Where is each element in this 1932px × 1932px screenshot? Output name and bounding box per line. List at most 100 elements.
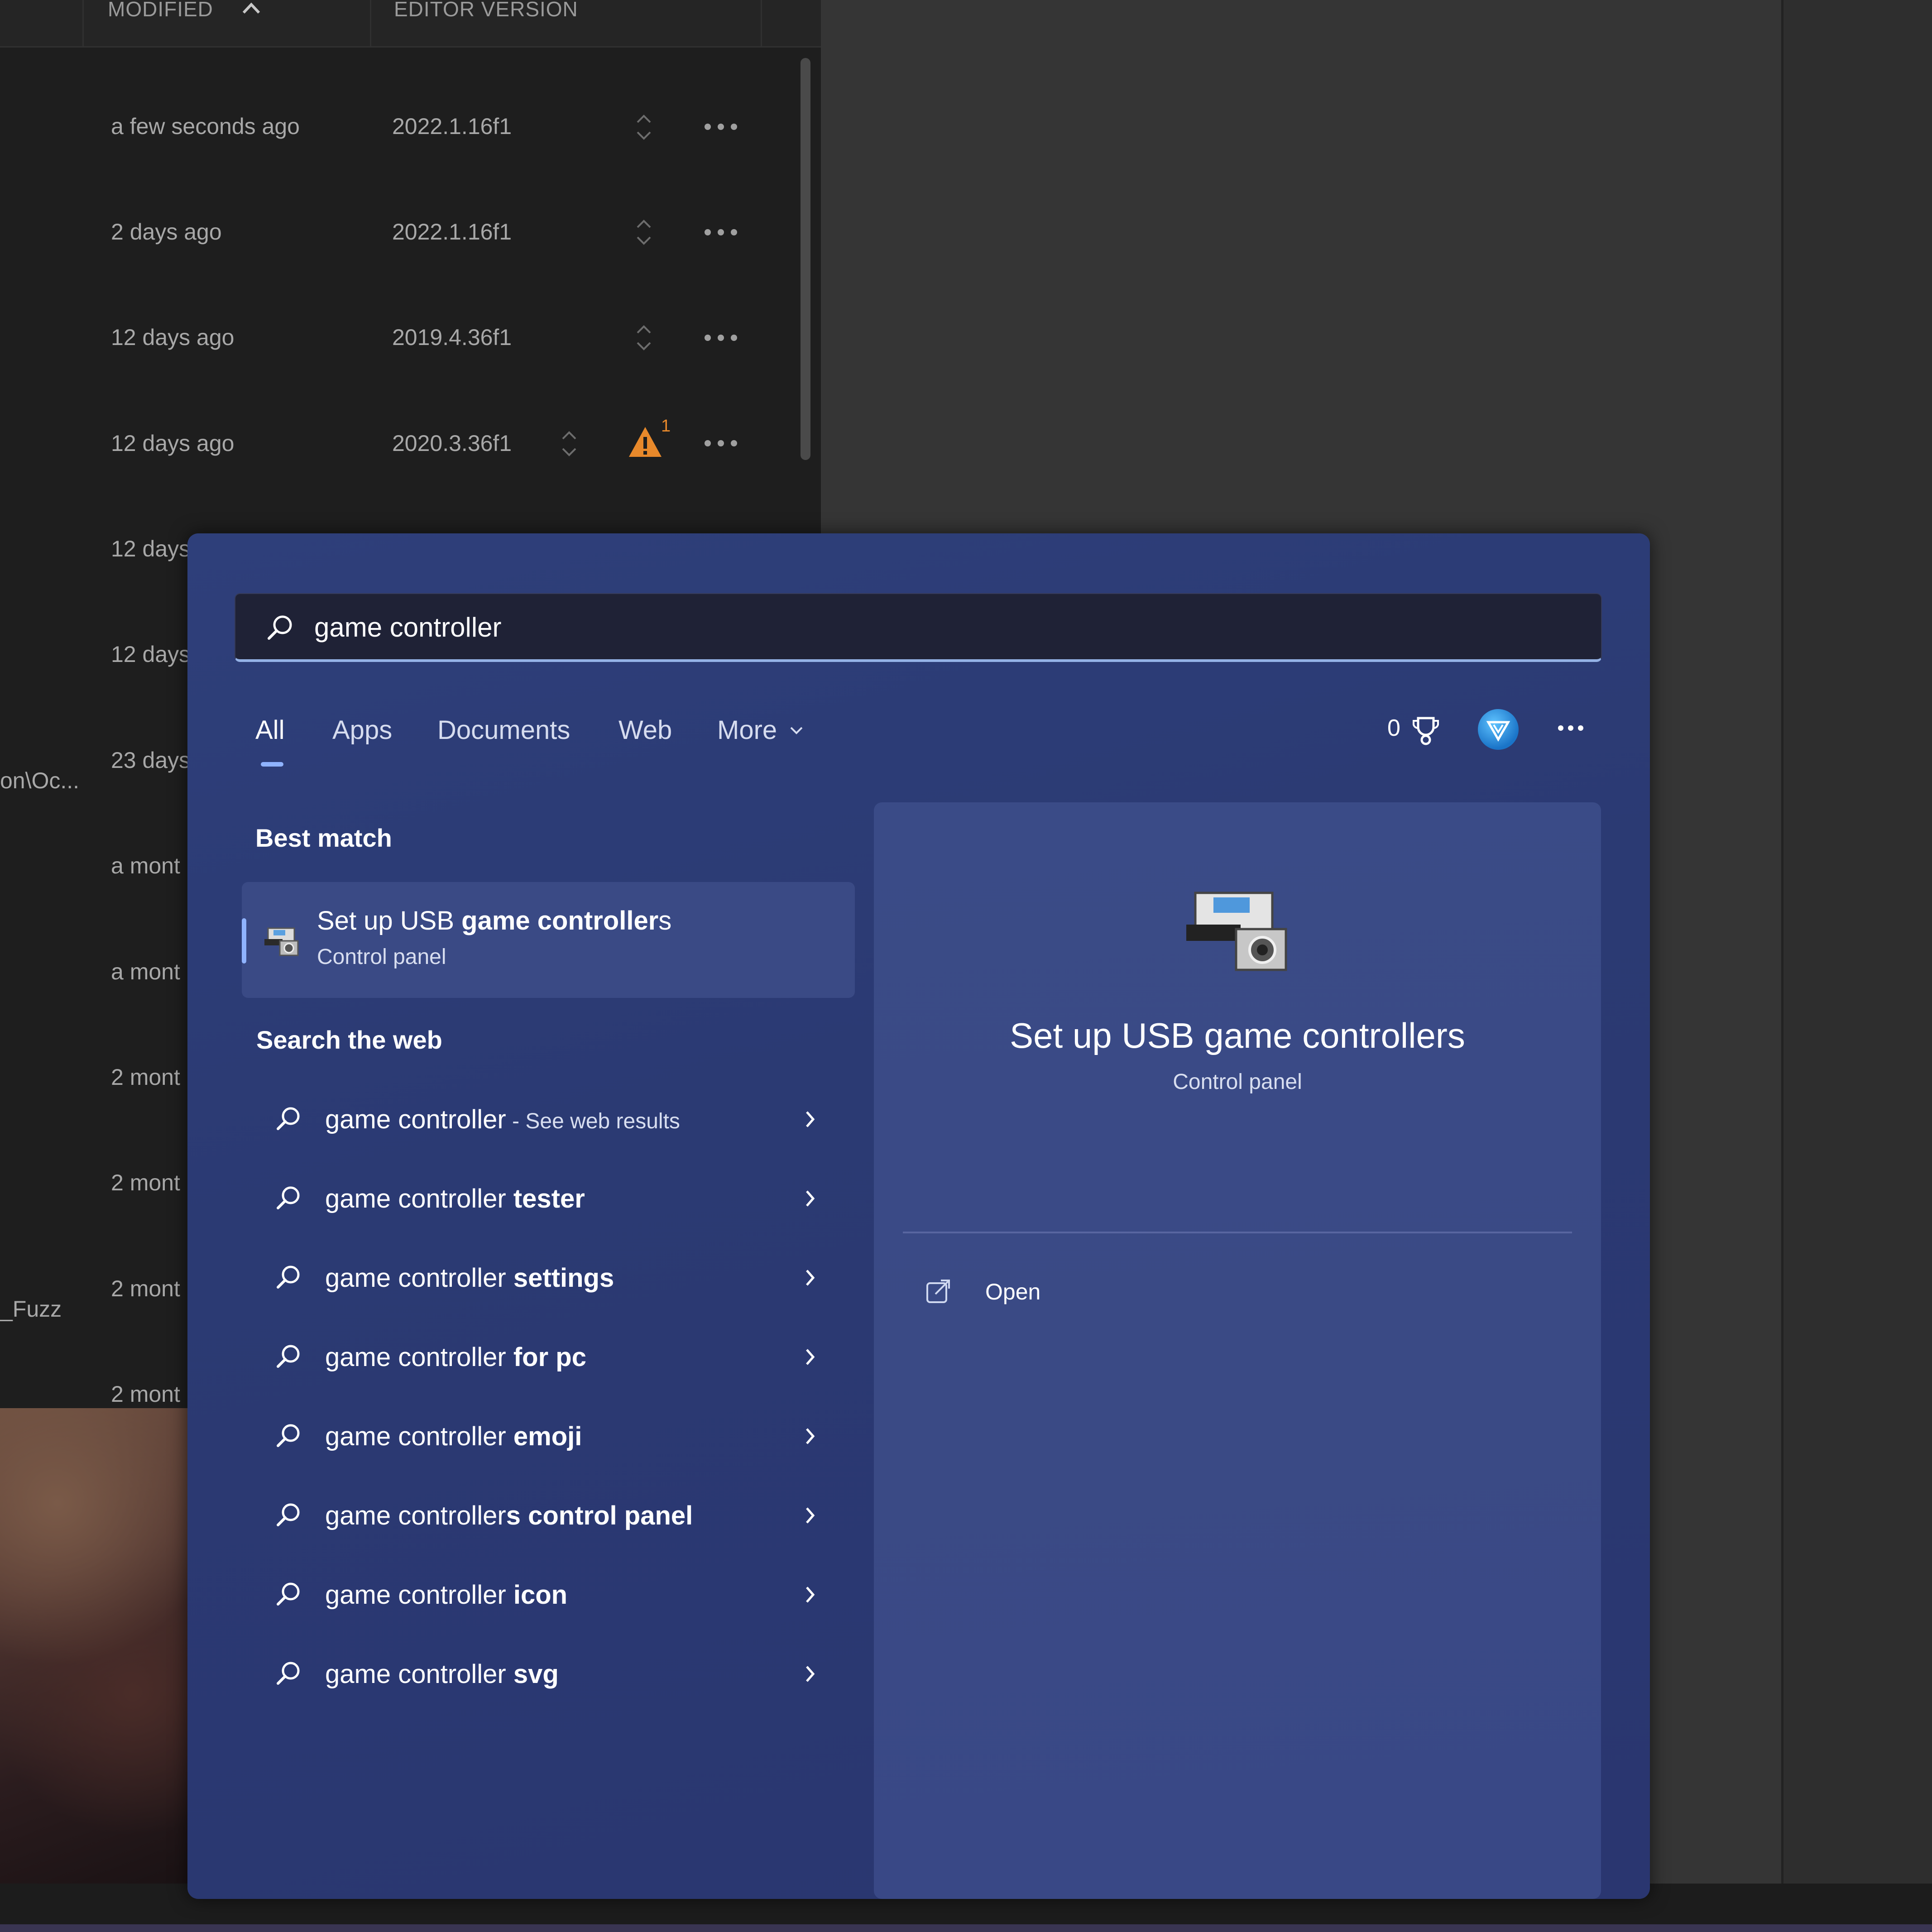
search-icon <box>277 1503 300 1526</box>
modified-cell: 2 mont <box>111 1381 180 1407</box>
chevron-down-icon[interactable] <box>787 712 805 748</box>
web-search-suggestion[interactable]: game controller for pc <box>255 1323 849 1391</box>
suggestion-prefix: game controller <box>325 1501 506 1530</box>
version-select-icon[interactable] <box>635 112 653 142</box>
game-controllers-control-panel-icon <box>264 927 299 956</box>
suggestion-text: game controller tester <box>325 1184 585 1214</box>
ellipsis-icon[interactable] <box>1550 708 1591 748</box>
suggestion-text: game controller for pc <box>325 1342 586 1372</box>
suggestion-completion: s control panel <box>506 1501 693 1530</box>
version-select-icon[interactable] <box>560 429 578 459</box>
see-web-results-label: - See web results <box>506 1109 680 1133</box>
suggestion-text: game controller svg <box>325 1659 559 1689</box>
suggestion-text: game controller - See web results <box>325 1104 680 1135</box>
rewards-points[interactable]: 0 <box>1387 708 1400 748</box>
search-box[interactable] <box>235 593 1602 662</box>
suggestion-text: game controller emoji <box>325 1421 582 1452</box>
suggestion-completion: svg <box>513 1659 559 1689</box>
tab-documents[interactable]: Documents <box>437 710 570 751</box>
project-path: on\Oc... <box>0 768 80 793</box>
open-external-icon <box>926 1280 950 1303</box>
web-search-suggestion[interactable]: game controller icon <box>255 1561 849 1629</box>
trophy-icon[interactable] <box>1410 714 1442 746</box>
more-options-icon[interactable] <box>704 333 738 342</box>
suggestion-completion: settings <box>513 1263 614 1293</box>
project-list-header: MODIFIED EDITOR VERSION <box>0 0 821 48</box>
modified-cell: 12 days ago <box>111 431 235 456</box>
modified-cell: 12 days ago <box>111 325 235 350</box>
best-match-subtitle: Control panel <box>317 945 446 969</box>
tab-apps[interactable]: Apps <box>332 710 392 751</box>
more-options-icon[interactable] <box>704 122 738 131</box>
search-the-web-heading: Search the web <box>256 1026 442 1054</box>
suggestion-prefix: game controller <box>325 1105 506 1134</box>
suggestion-prefix: game controller <box>325 1659 513 1689</box>
version-cell: 2019.4.36f1 <box>392 325 512 350</box>
project-list-scrollbar[interactable] <box>801 58 810 460</box>
modified-cell: 2 mont <box>111 1064 180 1090</box>
search-icon <box>277 1662 300 1685</box>
chevron-right-icon <box>806 1587 815 1603</box>
suggestion-prefix: game controller <box>325 1263 513 1293</box>
modified-cell: 23 days <box>111 748 191 773</box>
search-icon <box>277 1107 300 1130</box>
selection-indicator <box>242 918 246 964</box>
search-input[interactable] <box>313 606 1538 648</box>
project-path: _Fuzz <box>0 1296 62 1322</box>
modified-cell: 12 days <box>111 642 191 667</box>
avatar-icon <box>1486 721 1510 742</box>
open-label: Open <box>985 1279 1041 1304</box>
web-search-suggestion[interactable]: game controller - See web results <box>255 1085 849 1153</box>
suggestion-prefix: game controller <box>325 1422 513 1451</box>
more-options-icon[interactable] <box>704 228 738 237</box>
more-options-icon[interactable] <box>704 439 738 448</box>
sort-ascending-icon[interactable] <box>240 1 263 14</box>
modified-cell: 2 days ago <box>111 219 222 244</box>
column-separator <box>82 0 84 46</box>
version-cell: 2022.1.16f1 <box>392 114 512 139</box>
tab-web[interactable]: Web <box>618 710 672 751</box>
column-separator <box>370 0 371 46</box>
open-button[interactable]: Open <box>919 1269 1100 1314</box>
search-icon <box>268 615 292 640</box>
game-controllers-control-panel-icon <box>1186 892 1287 971</box>
web-search-suggestion[interactable]: game controller tester <box>255 1165 849 1232</box>
warning-count: 1 <box>661 417 671 436</box>
web-search-suggestion[interactable]: game controller emoji <box>255 1402 849 1470</box>
title-prefix: Set up USB <box>317 906 462 935</box>
tab-more[interactable]: More <box>717 710 777 751</box>
suggestion-text: game controllers control panel <box>325 1501 693 1531</box>
account-avatar[interactable] <box>1478 709 1519 750</box>
modified-cell: 2 mont <box>111 1276 180 1301</box>
version-select-icon[interactable] <box>635 323 653 353</box>
search-flyout: All Apps Documents Web More 0 Best match… <box>187 533 1650 1899</box>
column-header-editor-version[interactable]: EDITOR VERSION <box>394 0 578 19</box>
preview-title: Set up USB game controllers <box>1010 1016 1465 1055</box>
best-match-result[interactable]: Set up USB game controllers Control pane… <box>242 882 855 998</box>
chevron-right-icon <box>806 1666 815 1682</box>
column-header-modified[interactable]: MODIFIED <box>108 0 213 19</box>
web-search-suggestion[interactable]: game controllers control panel <box>255 1481 849 1549</box>
tab-all[interactable]: All <box>255 710 284 751</box>
chevron-right-icon <box>806 1349 815 1365</box>
version-select-icon[interactable] <box>635 217 653 247</box>
suggestion-prefix: game controller <box>325 1580 513 1610</box>
modified-cell: a mont <box>111 959 180 984</box>
web-search-suggestion[interactable]: game controller settings <box>255 1244 849 1312</box>
side-panel <box>1783 0 1932 1884</box>
background-image <box>0 1408 190 1884</box>
result-preview-pane: Set up USB game controllers Control pane… <box>874 802 1601 1899</box>
chevron-right-icon <box>806 1190 815 1207</box>
suggestion-completion: for pc <box>513 1342 586 1372</box>
warning-icon[interactable] <box>627 423 663 460</box>
suggestion-text: game controller icon <box>325 1580 567 1610</box>
active-tab-indicator <box>261 762 283 767</box>
divider <box>903 1232 1572 1233</box>
taskbar <box>0 1924 1932 1932</box>
search-icon <box>277 1582 300 1606</box>
suggestion-prefix: game controller <box>325 1184 513 1213</box>
suggestion-completion: icon <box>513 1580 568 1610</box>
web-search-suggestion[interactable]: game controller svg <box>255 1640 849 1708</box>
modified-cell: a mont <box>111 853 180 878</box>
search-icon <box>277 1345 300 1368</box>
